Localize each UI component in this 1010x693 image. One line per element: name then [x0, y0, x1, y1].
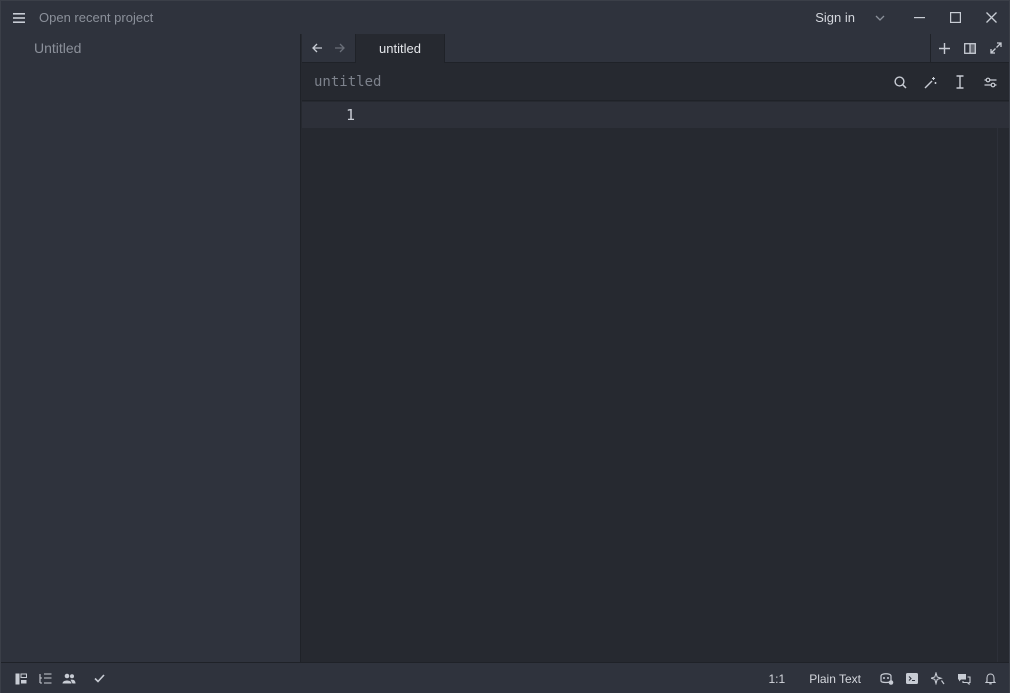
- search-icon[interactable]: [885, 68, 915, 96]
- maximize-button[interactable]: [937, 1, 973, 34]
- status-bar-left: [9, 663, 111, 693]
- back-arrow-icon[interactable]: [306, 34, 328, 62]
- ai-assistant-sparkle-icon[interactable]: [925, 663, 951, 693]
- chevron-down-icon[interactable]: [869, 15, 891, 21]
- project-tree-icon[interactable]: [9, 663, 33, 693]
- magic-wand-icon[interactable]: [915, 68, 945, 96]
- title-bar: Open recent project Sign in: [1, 1, 1009, 34]
- text-editor[interactable]: 1: [302, 102, 1009, 662]
- scrollbar-track[interactable]: [997, 102, 1009, 662]
- text-cursor-icon[interactable]: [945, 68, 975, 96]
- fullscreen-expand-icon[interactable]: [983, 34, 1009, 62]
- status-bar-right: 1:1 Plain Text: [757, 663, 1004, 693]
- project-sidebar: Untitled: [1, 34, 301, 662]
- sign-in-button[interactable]: Sign in: [815, 10, 855, 25]
- current-line-highlight: 1: [302, 102, 1009, 128]
- chat-bubbles-icon[interactable]: [951, 663, 977, 693]
- terminal-icon[interactable]: [899, 663, 925, 693]
- line-number: 1: [346, 106, 356, 124]
- editor-header: untitled: [302, 63, 1009, 101]
- cursor-position[interactable]: 1:1: [769, 672, 786, 686]
- split-pane-icon[interactable]: [957, 34, 983, 62]
- forward-arrow-icon[interactable]: [328, 34, 350, 62]
- open-recent-project-button[interactable]: Open recent project: [39, 10, 153, 25]
- new-tab-plus-icon[interactable]: [931, 34, 957, 62]
- collaborators-icon[interactable]: [57, 663, 81, 693]
- minimize-button[interactable]: [901, 1, 937, 34]
- app-window: Open recent project Sign in Untitled unt…: [0, 0, 1010, 693]
- file-path: untitled: [314, 74, 382, 90]
- checkmark-icon[interactable]: [87, 663, 111, 693]
- hamburger-menu-icon[interactable]: [1, 1, 37, 34]
- tab-bar-actions: [930, 34, 1009, 62]
- tab-bar: untitled: [302, 34, 1009, 63]
- notifications-bell-icon[interactable]: [977, 663, 1003, 693]
- sidebar-item-untitled[interactable]: Untitled: [34, 40, 81, 56]
- copilot-icon[interactable]: [873, 663, 899, 693]
- language-mode[interactable]: Plain Text: [809, 672, 861, 686]
- close-button[interactable]: [973, 1, 1009, 34]
- tab-untitled[interactable]: untitled: [355, 34, 445, 63]
- settings-sliders-icon[interactable]: [975, 68, 1005, 96]
- editor-toolbar: [885, 68, 1005, 96]
- outline-list-icon[interactable]: [33, 663, 57, 693]
- status-bar: 1:1 Plain Text: [1, 662, 1009, 693]
- tab-label: untitled: [379, 41, 421, 56]
